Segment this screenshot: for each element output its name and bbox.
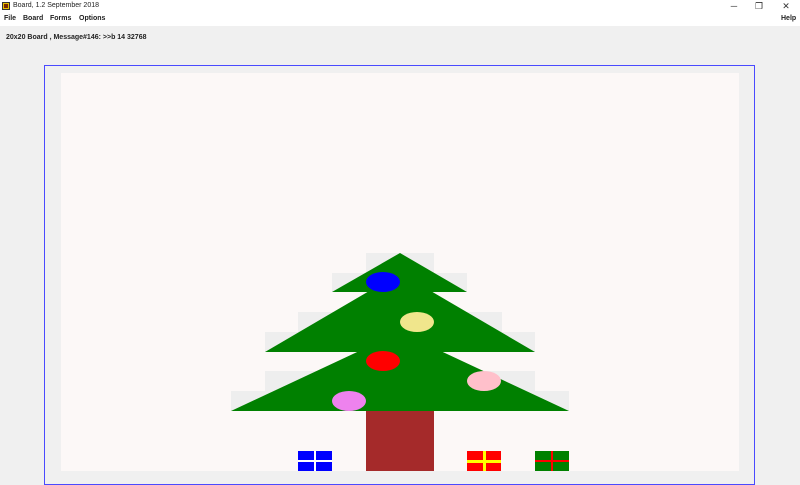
red-ornament [366,351,400,371]
window-title: Board, 1.2 September 2018 [13,2,100,9]
green-present [535,451,569,471]
menu-board[interactable]: Board [23,12,43,26]
menu-options[interactable]: Options [79,12,105,26]
khaki-ornament [400,312,434,332]
red-present [467,451,501,471]
minimize-button[interactable]: ─ [720,0,748,12]
board-canvas[interactable] [61,73,739,471]
menu-forms[interactable]: Forms [50,12,71,26]
menu-file[interactable]: File [4,12,16,26]
close-button[interactable]: ✕ [772,0,800,12]
menu-help[interactable]: Help [781,12,796,26]
violet-ornament [332,391,366,411]
status-message: 20x20 Board , Message#146: >>b 14 32768 [6,34,147,41]
blue-present [298,451,332,471]
restore-button[interactable]: ❐ [745,0,773,12]
tree-trunk [366,411,434,471]
blue-ornament [366,272,400,292]
christmas-scene [231,253,569,471]
title-bar: Board, 1.2 September 2018 ─ ❐ ✕ [0,0,800,12]
app-icon [2,2,10,10]
pink-ornament [467,371,501,391]
menu-bar: File Board Forms Options Help [0,12,800,26]
